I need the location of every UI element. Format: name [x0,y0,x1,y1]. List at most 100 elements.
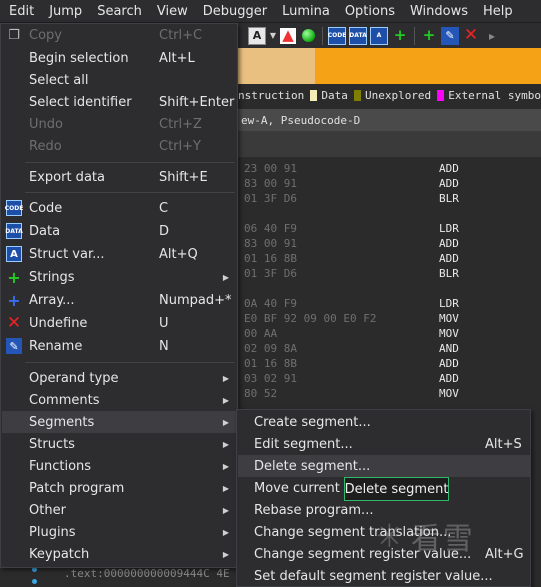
struct-icon[interactable]: A [370,26,388,45]
disasm-line[interactable]: 03 02 91 ADD [244,371,541,386]
submenu-arrow-icon: ▶ [222,272,229,282]
warning-icon[interactable]: ▲ [280,27,296,44]
menu-windows[interactable]: Windows [402,4,475,19]
menu-item-patch-program[interactable]: Patch program ▶ [2,477,237,499]
menu-view[interactable]: View [149,4,195,19]
view-tab[interactable]: ew-A, Pseudocode-D [238,109,541,131]
menu-jump[interactable]: Jump [41,4,89,19]
submenu-item-change-segment-translation[interactable]: Change segment translation... [238,521,530,543]
menu-edit[interactable]: Edit [0,4,41,19]
disasm-line[interactable]: 00 AA MOV [244,326,541,341]
disasm-line[interactable]: 01 3F D6 BLR [244,191,541,206]
menu-help[interactable]: Help [475,4,520,19]
nav-legend: nstruction Data Unexplored External symb… [238,86,541,104]
menu-item-struct-var[interactable]: A Struct var... Alt+Q [2,243,237,265]
menu-item-select-all[interactable]: Select all [2,69,237,91]
menu-search[interactable]: Search [89,4,149,19]
menu-item-comments[interactable]: Comments ▶ [2,389,237,411]
navigation-band[interactable] [238,48,541,84]
legend-data-swatch [310,89,318,101]
disasm-line[interactable]: 06 40 F9 LDR [244,221,541,236]
strings-icon: + [7,267,21,287]
green-dot-icon[interactable] [299,27,317,45]
submenu-arrow-icon: ▶ [222,373,229,383]
menu-item-structs[interactable]: Structs ▶ [2,433,237,455]
menu-item-redo[interactable]: Redo Ctrl+Y [2,135,237,157]
submenu-arrow-icon: ▶ [222,549,229,559]
undefine-icon: ✕ [6,313,22,333]
legend-data-label: Data [321,88,348,102]
toolbar: A ▼ ▲ CODE DATA A + + ✎ ✕ ▸ [238,23,541,48]
disassembly-view[interactable]: 23 00 91 ADD 83 00 91 ADD 01 3F D6 BLR 06 4… [238,157,541,407]
submenu-item-change-segment-register-value[interactable]: Change segment register value... Alt+G [238,543,530,565]
rename-icon: ✎ [6,338,22,354]
menu-item-export-data[interactable]: Export data Shift+E [2,166,237,188]
more-icon[interactable]: ▸ [483,27,501,45]
disasm-line[interactable]: 83 00 91 ADD [244,176,541,191]
menu-item-plugins[interactable]: Plugins ▶ [2,521,237,543]
menu-item-segments[interactable]: Segments ▶ [2,411,237,433]
disasm-line[interactable]: 02 09 8A AND [244,341,541,356]
menu-item-copy[interactable]: ❐ Copy Ctrl+C [2,24,237,46]
rename-icon[interactable]: ✎ [441,26,459,45]
menu-item-undefine[interactable]: ✕ Undefine U [2,312,237,334]
menu-item-keypatch[interactable]: Keypatch ▶ [2,543,237,565]
data-icon[interactable]: DATA [349,26,367,45]
submenu-arrow-icon: ▶ [222,527,229,537]
menu-separator [25,362,235,363]
menu-item-begin-selection[interactable]: Begin selection Alt+L [2,47,237,69]
disasm-line[interactable]: 01 3F D6 BLR [244,266,541,281]
legend-unexplored-label: Unexplored [364,88,432,102]
toolbar-separator [414,26,415,45]
menu-item-rename[interactable]: ✎ Rename N [2,335,237,357]
nav-segment-lib [238,48,315,84]
menu-item-code[interactable]: CODE Code C [2,197,237,219]
disasm-line[interactable]: 80 52 MOV [244,386,541,401]
code-icon[interactable]: CODE [328,26,346,45]
disasm-line[interactable]: 83 00 91 ADD [244,236,541,251]
menu-options[interactable]: Options [337,4,402,19]
undefine-icon[interactable]: ✕ [462,27,480,45]
submenu-item-rebase-program[interactable]: Rebase program... [238,499,530,521]
submenu-item-set-default-segment-register-value[interactable]: Set default segment register value... [238,565,530,587]
legend-external-label: External symbo [448,88,541,102]
submenu-arrow-icon: ▶ [222,417,229,427]
menu-item-functions[interactable]: Functions ▶ [2,455,237,477]
struct-icon: A [6,246,22,262]
text-a-icon[interactable]: A [248,26,266,45]
submenu-arrow-icon: ▶ [222,461,229,471]
menu-item-undo[interactable]: Undo Ctrl+Z [2,113,237,135]
menu-item-select-identifier[interactable]: Select identifier Shift+Enter [2,91,237,113]
disasm-line[interactable]: 01 16 8B ADD [244,356,541,371]
bottom-address-line[interactable]: .text:000000000009444C 4E [64,567,230,580]
disasm-line[interactable]: 23 00 91 ADD [244,161,541,176]
menu-lumina[interactable]: Lumina [274,4,337,19]
edit-menu: ❐ Copy Ctrl+C Begin selection Alt+L Sele… [0,23,238,568]
menu-item-strings[interactable]: + Strings ▶ [2,266,237,288]
menu-item-data[interactable]: DATA Data D [2,220,237,242]
menu-item-operand-type[interactable]: Operand type ▶ [2,367,237,389]
disasm-line[interactable]: 01 16 8B ADD [244,251,541,266]
submenu-item-edit-segment[interactable]: Edit segment... Alt+S [238,433,530,455]
disasm-line[interactable]: 0A 40 F9 LDR [244,296,541,311]
submenu-item-delete-segment[interactable]: Delete segment... [238,455,530,477]
menu-item-array[interactable]: + Array... Numpad+* [2,289,237,311]
legend-external-swatch [437,89,445,101]
array-icon[interactable]: + [420,27,438,45]
breakpoint-dot-icon[interactable] [32,579,37,584]
tooltip-text: Delete segment [344,481,449,497]
strings-icon[interactable]: + [391,27,409,45]
menubar: Edit Jump Search View Debugger Lumina Op… [0,0,541,23]
submenu-arrow-icon: ▶ [222,483,229,493]
menu-debugger[interactable]: Debugger [195,4,274,19]
menu-item-other[interactable]: Other ▶ [2,499,237,521]
submenu-item-create-segment[interactable]: Create segment... [238,411,530,433]
dropdown-icon[interactable]: ▼ [269,27,277,45]
tooltip: Delete segment [344,477,449,501]
legend-instruction-label: nstruction [238,88,305,102]
copy-icon: ❐ [8,27,20,43]
array-icon: + [7,290,21,310]
disasm-line[interactable]: E0 BF 92 09 00 E0 F2 MOV [244,311,541,326]
code-icon: CODE [5,200,23,216]
submenu-arrow-icon: ▶ [222,439,229,449]
